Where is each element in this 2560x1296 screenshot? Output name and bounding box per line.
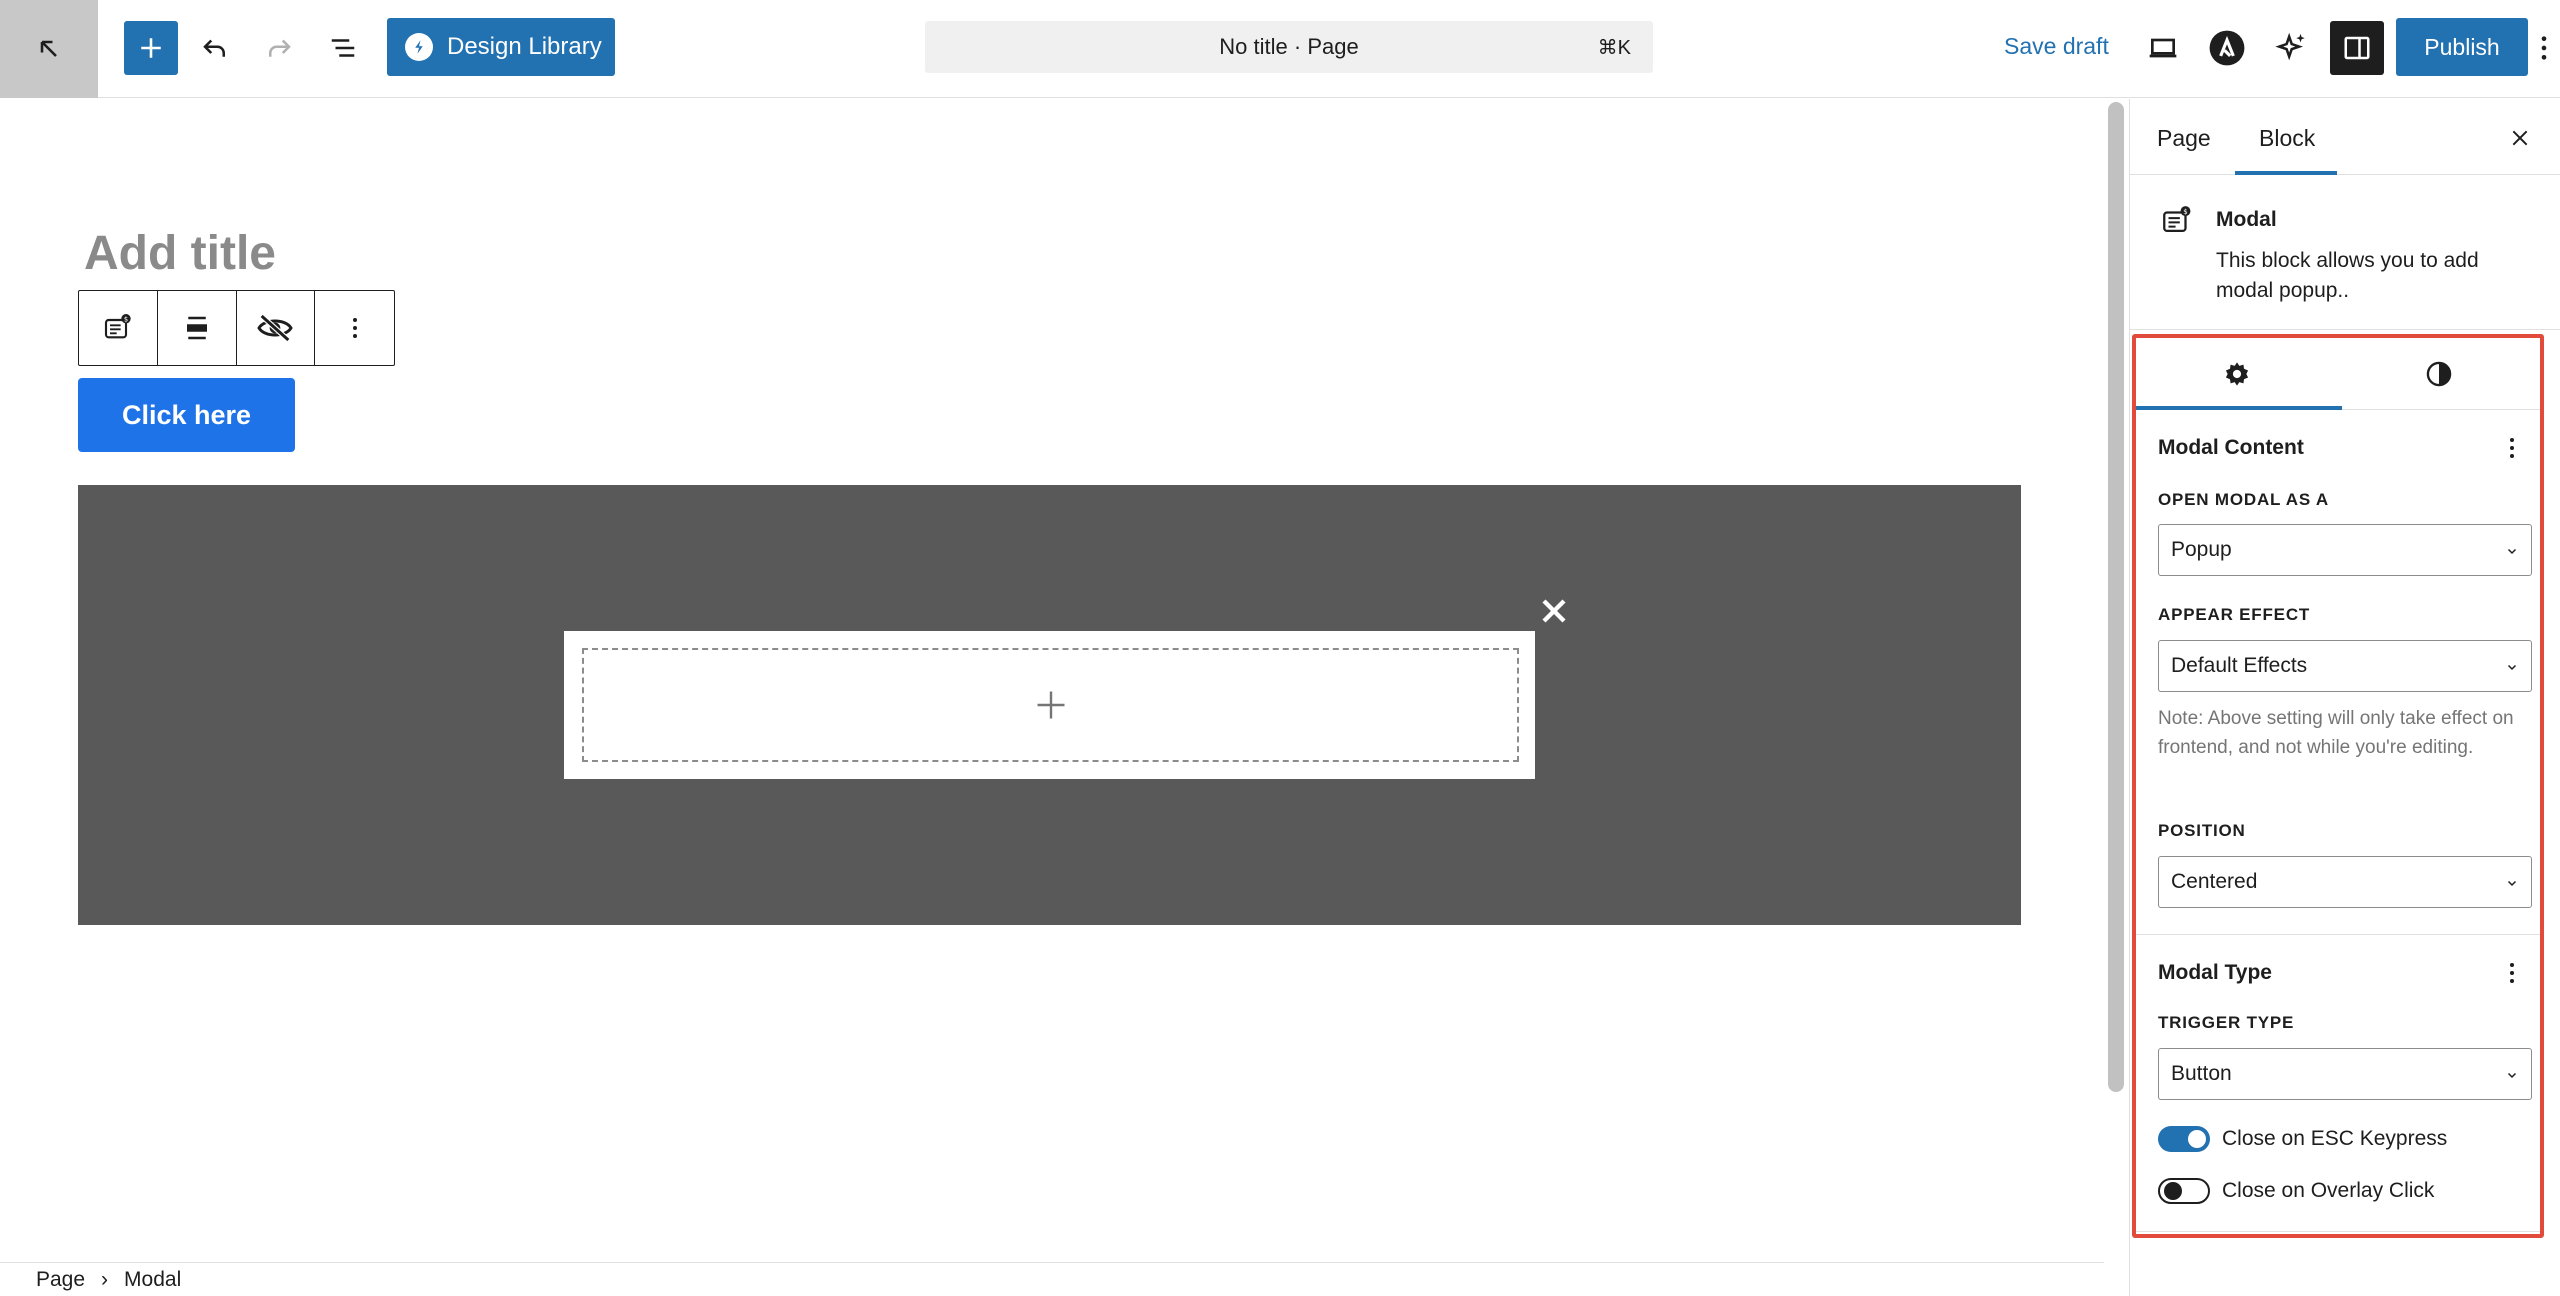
more-vertical-icon	[2510, 438, 2514, 458]
sparkles-icon	[2275, 32, 2305, 61]
open-modal-label: OPEN MODAL AS A	[2158, 490, 2329, 509]
preview-button[interactable]	[2136, 21, 2190, 75]
plus-icon	[141, 38, 161, 58]
redo-button[interactable]	[252, 21, 306, 75]
post-title-field[interactable]: Add title	[84, 226, 276, 281]
appear-effect-value: Default Effects	[2171, 654, 2308, 677]
block-toolbar: $	[78, 290, 395, 366]
appear-effect-label: APPEAR EFFECT	[2158, 605, 2311, 624]
design-library-button[interactable]: Design Library	[387, 18, 615, 76]
breadcrumb-item-page[interactable]: Page	[36, 1268, 85, 1292]
back-to-dashboard-button[interactable]	[0, 0, 98, 98]
panel-divider	[2136, 934, 2540, 935]
trigger-type-value: Button	[2171, 1062, 2232, 1085]
overlay-click-label: Close on Overlay Click	[2222, 1179, 2435, 1202]
save-draft-button[interactable]: Save draft	[2004, 33, 2109, 60]
desktop-preview-icon	[2149, 38, 2177, 58]
esc-keypress-toggle[interactable]	[2158, 1126, 2210, 1152]
more-vertical-icon	[2541, 36, 2547, 60]
more-vertical-icon	[2510, 963, 2514, 983]
appear-effect-select[interactable]: Default Effects	[2158, 640, 2532, 692]
tab-styles[interactable]	[2338, 338, 2540, 410]
sidebar-icon	[2344, 36, 2370, 60]
gear-icon	[2225, 362, 2249, 386]
align-button[interactable]	[158, 291, 237, 365]
frontend-note: Note: Above setting will only take effec…	[2158, 708, 2514, 758]
align-full-icon	[186, 316, 207, 340]
options-menu-button[interactable]	[2528, 21, 2560, 75]
panel-title-modal-type[interactable]: Modal Type	[2158, 961, 2272, 985]
svg-text:$: $	[2183, 207, 2188, 216]
inspector-tabs	[2136, 338, 2540, 410]
contrast-icon	[2426, 361, 2452, 387]
close-icon	[1542, 599, 1566, 623]
breadcrumb: Page › Modal	[0, 1262, 2104, 1296]
more-vertical-icon	[352, 318, 357, 338]
ai-assistant-button[interactable]	[2265, 21, 2319, 75]
chevron-down-icon	[2507, 880, 2517, 887]
editor-header: Design Library No title · Page ⌘K Save d…	[0, 0, 2560, 98]
undo-button[interactable]	[188, 21, 242, 75]
document-overview-button[interactable]	[316, 21, 370, 75]
command-palette-bar[interactable]: No title · Page ⌘K	[925, 21, 1653, 73]
trigger-type-select[interactable]: Button	[2158, 1048, 2532, 1100]
block-type-switcher[interactable]: $	[79, 291, 158, 365]
eye-hidden-icon	[257, 314, 294, 342]
breadcrumb-separator: ›	[101, 1267, 109, 1291]
settings-sidebar-toggle[interactable]	[2330, 21, 2384, 75]
modal-trigger-button[interactable]: Click here	[78, 378, 295, 452]
tab-block[interactable]: Block	[2259, 125, 2315, 152]
block-inserter-button[interactable]	[124, 21, 178, 75]
position-label: POSITION	[2158, 821, 2246, 840]
list-view-icon	[331, 39, 355, 57]
hide-block-button[interactable]	[237, 291, 316, 365]
close-icon	[2512, 130, 2528, 146]
modal-close-button[interactable]	[1530, 590, 1578, 632]
design-library-logo-icon	[405, 33, 433, 61]
active-inspector-tab-indicator	[2136, 406, 2342, 410]
position-select[interactable]: Centered	[2158, 856, 2532, 908]
toggle-knob	[2188, 1130, 2206, 1148]
astra-settings-button[interactable]	[2200, 21, 2254, 75]
publish-button[interactable]: Publish	[2396, 18, 2528, 76]
chevron-down-icon	[2507, 548, 2517, 555]
redo-icon	[269, 39, 291, 57]
modal-block-icon: $	[104, 314, 131, 339]
overlay-click-toggle[interactable]	[2158, 1178, 2210, 1204]
breadcrumb-item-modal[interactable]: Modal	[124, 1268, 181, 1292]
astra-logo-icon	[2209, 30, 2245, 66]
position-value: Centered	[2171, 870, 2258, 893]
block-card-description: This block allows you to add modal popup…	[2216, 249, 2479, 302]
open-modal-value: Popup	[2171, 538, 2232, 561]
esc-keypress-label: Close on ESC Keypress	[2222, 1127, 2448, 1150]
panel-options-button[interactable]	[2500, 433, 2524, 463]
panel-divider	[2136, 1231, 2540, 1232]
undo-icon	[203, 39, 225, 57]
tab-page[interactable]: Page	[2157, 125, 2211, 152]
active-tab-indicator	[2235, 171, 2337, 175]
panel-title-modal-content[interactable]: Modal Content	[2158, 436, 2304, 460]
block-card: $ Modal This block allows you to add mod…	[2130, 176, 2560, 330]
chevron-down-icon	[2507, 1072, 2517, 1079]
toggle-knob	[2164, 1182, 2182, 1200]
sidebar-tabs: Page Block	[2130, 99, 2560, 175]
close-sidebar-button[interactable]	[2505, 123, 2535, 153]
panel-options-button[interactable]	[2500, 958, 2524, 988]
document-title: No title · Page	[1219, 34, 1359, 59]
plus-icon	[1037, 691, 1064, 719]
block-card-title: Modal	[2216, 208, 2277, 231]
block-options-button[interactable]	[315, 291, 394, 365]
trigger-type-label: TRIGGER TYPE	[2158, 1013, 2295, 1032]
block-appender[interactable]	[582, 648, 1519, 762]
open-modal-select[interactable]: Popup	[2158, 524, 2532, 576]
design-library-label: Design Library	[447, 33, 602, 60]
chevron-down-icon	[2507, 664, 2517, 671]
settings-sidebar: Page Block $ Modal This block allows you…	[2129, 99, 2560, 1296]
modal-block-icon: $	[2160, 204, 2194, 238]
command-shortcut: ⌘K	[1597, 37, 1631, 59]
canvas-scrollbar[interactable]	[2108, 102, 2124, 1092]
tab-settings[interactable]	[2136, 338, 2338, 410]
svg-text:$: $	[124, 315, 128, 323]
arrow-up-left-icon	[40, 40, 57, 57]
